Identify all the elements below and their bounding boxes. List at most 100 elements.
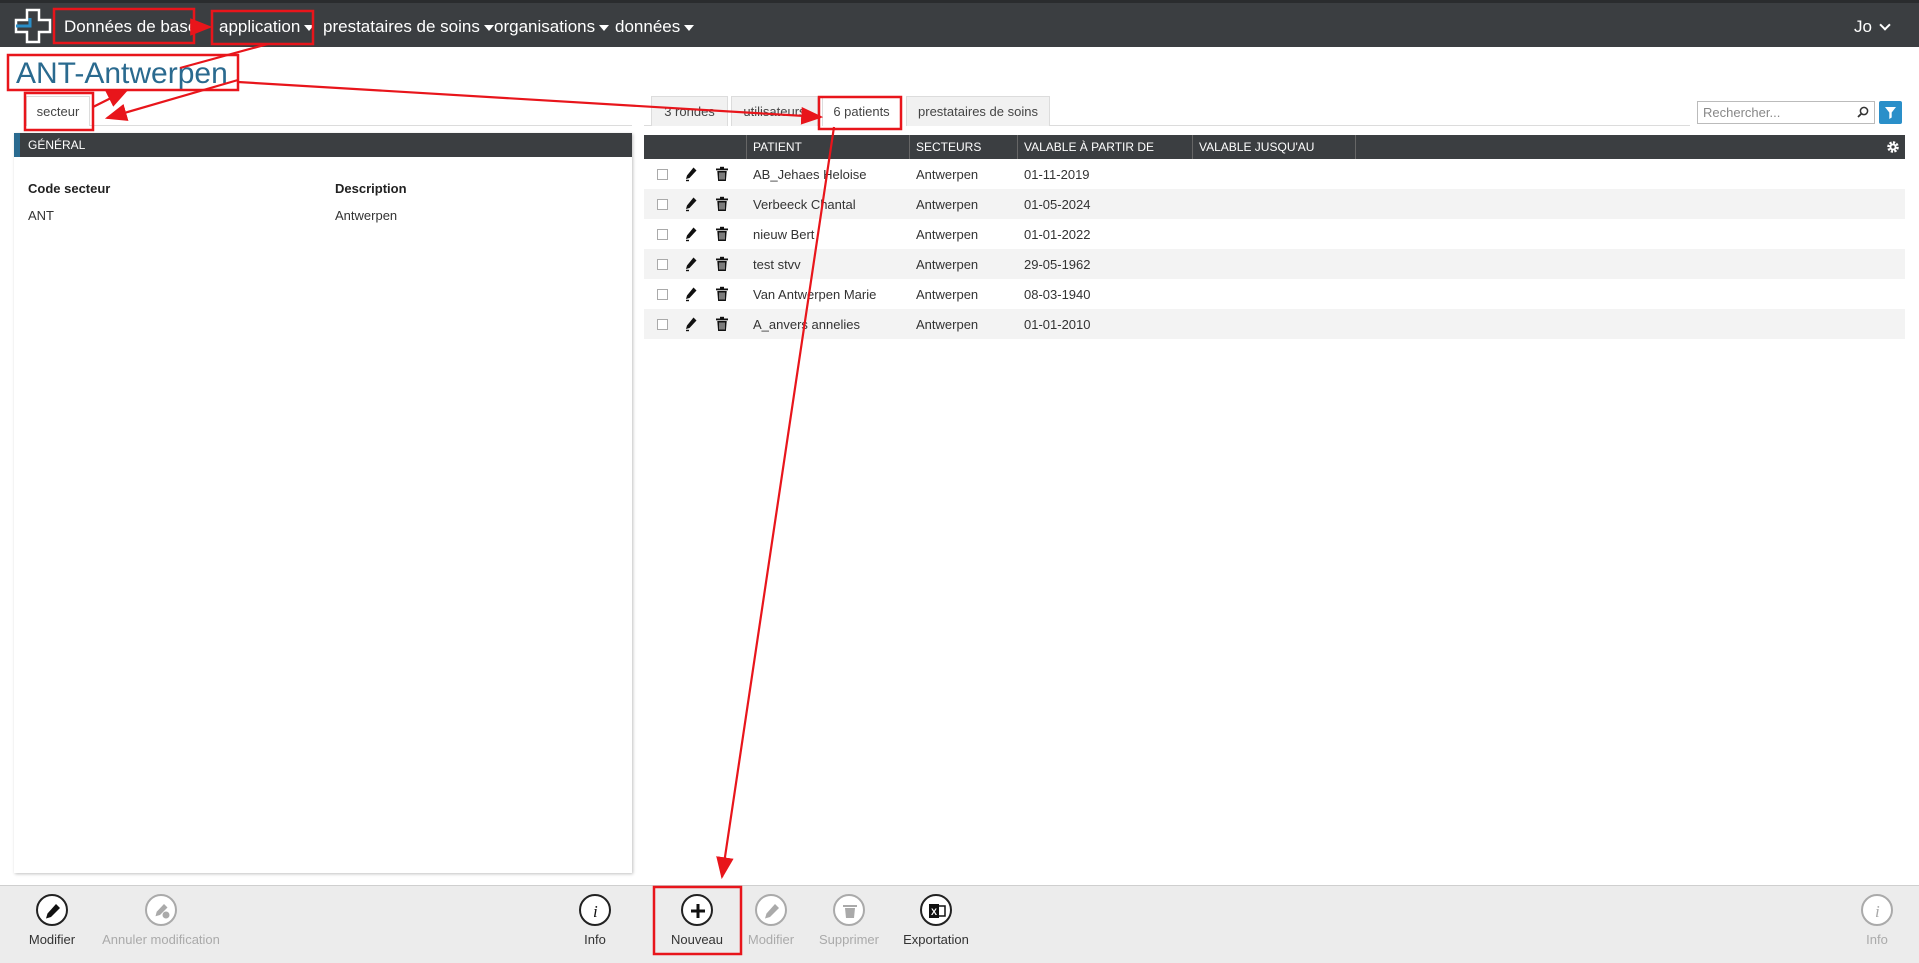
pencil-icon[interactable] [684, 196, 698, 212]
caret-down-icon [483, 24, 494, 31]
cell-secteur: Antwerpen [916, 227, 979, 242]
tab-prestataires-de-soins[interactable]: prestataires de soins [906, 96, 1050, 126]
trash-icon[interactable] [715, 256, 729, 272]
modifier-button[interactable]: Modifier [22, 894, 82, 947]
pencil-icon [765, 904, 779, 919]
annotation-arrow [92, 89, 129, 108]
tab-rondes[interactable]: 3 rondes [651, 96, 728, 126]
table-row[interactable]: nieuw Bert Antwerpen 01-01-2022 [644, 219, 1905, 249]
caret-down-icon [684, 24, 695, 31]
field-label-code-secteur: Code secteur [28, 181, 111, 196]
cell-secteur: Antwerpen [916, 167, 979, 182]
info-icon: i [593, 902, 598, 921]
tab-secteur[interactable]: secteur [26, 96, 90, 126]
caret-down-icon [304, 24, 315, 31]
pencil-icon[interactable] [684, 316, 698, 332]
cell-valable-a-partir-de: 08-03-1940 [1024, 287, 1091, 302]
pencil-icon[interactable] [684, 256, 698, 272]
excel-icon: X [929, 904, 946, 918]
cell-valable-a-partir-de: 01-11-2019 [1024, 167, 1090, 182]
pencil-icon [46, 904, 60, 919]
modifier-row-button[interactable]: Modifier [740, 894, 802, 947]
page-title: ANT-Antwerpen [16, 57, 228, 90]
cell-valable-a-partir-de: 29-05-1962 [1024, 257, 1091, 272]
cell-patient: AB_Jehaes Heloise [753, 167, 867, 182]
cell-secteur: Antwerpen [916, 317, 979, 332]
tab-patients[interactable]: 6 patients [822, 96, 901, 126]
trash-icon[interactable] [715, 226, 729, 242]
nav-prestataires-de-soins[interactable]: prestataires de soins [323, 17, 494, 37]
cell-valable-a-partir-de: 01-01-2022 [1024, 227, 1091, 242]
user-menu[interactable]: Jo [1854, 17, 1891, 37]
filter-button[interactable] [1879, 101, 1902, 124]
nav-application[interactable]: application [219, 17, 315, 37]
caret-down-icon [599, 24, 610, 31]
table-row[interactable]: test stvv Antwerpen 29-05-1962 [644, 249, 1905, 279]
pencil-icon[interactable] [684, 286, 698, 302]
row-checkbox[interactable] [657, 169, 668, 180]
general-panel: GÉNÉRAL Code secteur ANT Description Ant… [14, 133, 632, 873]
search-box [1697, 101, 1875, 124]
cell-patient: Van Antwerpen Marie [753, 287, 877, 302]
tab-divider [1050, 125, 1690, 126]
top-navbar: Données de base application prestataires… [0, 0, 1919, 47]
nav-donnees-de-base[interactable]: Données de base [64, 17, 197, 37]
search-input[interactable] [1698, 102, 1848, 123]
cell-valable-a-partir-de: 01-05-2024 [1024, 197, 1091, 212]
tab-divider [644, 125, 651, 126]
cell-patient: nieuw Bert [753, 227, 815, 242]
trash-icon[interactable] [715, 196, 729, 212]
trash-icon [843, 905, 857, 918]
svg-text:X: X [931, 907, 937, 917]
trash-icon[interactable] [715, 316, 729, 332]
nouveau-button[interactable]: Nouveau [662, 894, 732, 947]
svg-text:i: i [593, 902, 598, 921]
undo-edit-icon [155, 904, 170, 919]
supprimer-button[interactable]: Supprimer [814, 894, 884, 947]
tab-divider [90, 125, 632, 126]
info-icon: i [1875, 902, 1880, 921]
table-row[interactable]: AB_Jehaes Heloise Antwerpen 01-11-2019 [644, 159, 1905, 189]
cell-valable-a-partir-de: 01-01-2010 [1024, 317, 1091, 332]
row-checkbox[interactable] [657, 259, 668, 270]
chevron-down-icon [1879, 19, 1891, 31]
column-header-actions [644, 135, 747, 159]
column-header-secteurs[interactable]: SECTEURS [910, 135, 1018, 159]
svg-text:i: i [1875, 902, 1880, 921]
table-row[interactable]: Verbeeck Chantal Antwerpen 01-05-2024 [644, 189, 1905, 219]
column-header-patient[interactable]: PATIENT [747, 135, 910, 159]
cell-patient: test stvv [753, 257, 801, 272]
filter-icon [1885, 107, 1896, 119]
column-header-valable-a-partir-de[interactable]: VALABLE À PARTIR DE [1018, 135, 1193, 159]
cell-patient: Verbeeck Chantal [753, 197, 856, 212]
field-label-description: Description [335, 181, 407, 196]
pencil-icon[interactable] [684, 166, 698, 182]
field-value-description: Antwerpen [335, 208, 398, 223]
row-checkbox[interactable] [657, 289, 668, 300]
trash-icon[interactable] [715, 166, 729, 182]
field-value-code-secteur: ANT [28, 208, 54, 223]
gear-icon[interactable] [1885, 139, 1901, 155]
row-checkbox[interactable] [657, 229, 668, 240]
table-row[interactable]: Van Antwerpen Marie Antwerpen 08-03-1940 [644, 279, 1905, 309]
table-row[interactable]: A_anvers annelies Antwerpen 01-01-2010 [644, 309, 1905, 339]
info-button[interactable]: i Info [566, 894, 624, 947]
annuler-modification-button[interactable]: Annuler modification [96, 894, 226, 947]
exportation-button[interactable]: X Exportation [898, 894, 974, 947]
tab-utilisateurs[interactable]: utilisateurs [731, 96, 818, 126]
grid-header: PATIENT SECTEURS VALABLE À PARTIR DE VAL… [644, 135, 1905, 159]
trash-icon[interactable] [715, 286, 729, 302]
plus-icon [691, 904, 705, 918]
search-icon[interactable] [1857, 106, 1869, 118]
pencil-icon[interactable] [684, 226, 698, 242]
app-logo-icon[interactable] [14, 8, 52, 44]
nav-donnees[interactable]: données [615, 17, 695, 37]
cell-secteur: Antwerpen [916, 287, 979, 302]
nav-organisations[interactable]: organisations [494, 17, 610, 37]
row-checkbox[interactable] [657, 199, 668, 210]
cell-secteur: Antwerpen [916, 197, 979, 212]
row-checkbox[interactable] [657, 319, 668, 330]
column-header-valable-jusquau[interactable]: VALABLE JUSQU'AU [1193, 135, 1356, 159]
bottom-toolbar: Modifier Annuler modification i Info Nou… [0, 885, 1919, 963]
info-right-button[interactable]: i Info [1847, 894, 1907, 947]
